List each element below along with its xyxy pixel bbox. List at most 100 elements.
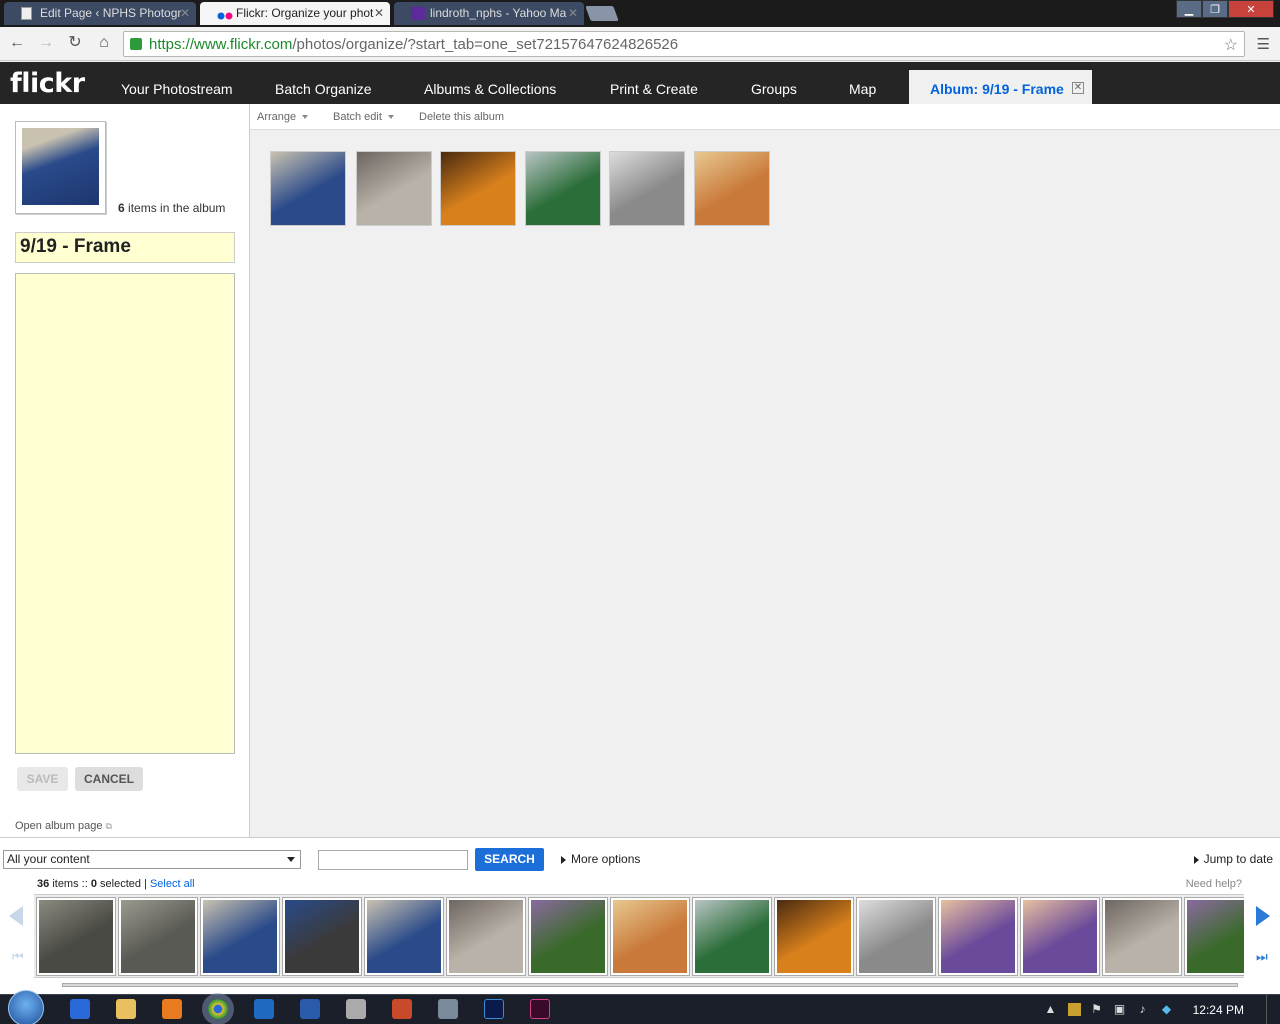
album-item-count: 6 items in the album	[118, 201, 226, 215]
new-tab-button[interactable]	[585, 6, 619, 21]
scroll-left-icon[interactable]	[9, 906, 23, 926]
search-input[interactable]	[318, 850, 468, 870]
close-tab-icon[interactable]: ✕	[568, 2, 578, 25]
close-tab-icon[interactable]: ✕	[374, 2, 384, 25]
home-icon[interactable]: ⌂	[94, 33, 114, 53]
menu-wrench-icon[interactable]: ☰	[1257, 35, 1270, 53]
page-icon	[21, 7, 32, 20]
restore-icon[interactable]: ❐	[1202, 0, 1228, 18]
chevron-down-icon	[287, 857, 295, 862]
windows-taskbar: ▲ ⚑ ▣ ♪ ◆ 12:24 PM	[0, 990, 1280, 1024]
filmstrip-photo-thumbnail[interactable]	[939, 898, 1017, 975]
nav-albums-collections[interactable]: Albums & Collections	[424, 81, 556, 97]
cancel-button[interactable]: CANCEL	[75, 767, 143, 791]
album-cover[interactable]	[15, 121, 106, 214]
window-controls: ▁ ❐ ✕	[1176, 0, 1274, 18]
internet-explorer-icon[interactable]	[70, 999, 90, 1019]
batch-edit-dropdown[interactable]: Batch edit	[333, 111, 394, 123]
browser-tab-strip: Edit Page ‹ NPHS Photogr ✕ Flickr: Organ…	[0, 0, 1280, 27]
filmstrip-photo-thumbnail[interactable]	[447, 898, 525, 975]
scroll-last-icon[interactable]: ⏭	[1256, 949, 1268, 965]
scroll-first-icon[interactable]: ⏮	[12, 949, 24, 965]
nav-map[interactable]: Map	[849, 81, 876, 97]
close-window-icon[interactable]: ✕	[1228, 0, 1274, 18]
filmstrip-photo-thumbnail[interactable]	[1185, 898, 1244, 975]
search-button[interactable]: SEARCH	[475, 848, 544, 871]
scroll-right-icon[interactable]	[1256, 906, 1270, 926]
select-all-link[interactable]: Select all	[150, 878, 195, 890]
filmstrip-photo-thumbnail[interactable]	[119, 898, 197, 975]
filmstrip-photo-thumbnail[interactable]	[529, 898, 607, 975]
filmstrip-photo-thumbnail[interactable]	[37, 898, 115, 975]
filmstrip-photo-thumbnail[interactable]	[1103, 898, 1181, 975]
tray-app-icon[interactable]	[1068, 1003, 1081, 1016]
powerpoint-icon[interactable]	[392, 999, 412, 1019]
filmstrip-photo-thumbnail[interactable]	[611, 898, 689, 975]
tab-flickr-organize[interactable]: Flickr: Organize your phot ✕	[200, 2, 390, 25]
show-desktop-button[interactable]	[1266, 995, 1280, 1024]
address-bar[interactable]: https://www.flickr.com/photos/organize/?…	[123, 31, 1245, 57]
jump-to-date-toggle[interactable]: Jump to date	[1193, 852, 1273, 866]
app-icon[interactable]	[438, 999, 458, 1019]
action-center-flag-icon[interactable]: ⚑	[1090, 1003, 1103, 1016]
album-photo-thumbnail[interactable]	[270, 151, 346, 226]
album-photo-thumbnail[interactable]	[440, 151, 516, 226]
media-player-icon[interactable]	[162, 999, 182, 1019]
outlook-icon[interactable]	[254, 999, 274, 1019]
filmstrip-scrollbar[interactable]	[62, 983, 1238, 987]
nav-groups[interactable]: Groups	[751, 81, 797, 97]
delete-album-link[interactable]: Delete this album	[419, 111, 504, 123]
taskbar-clock[interactable]: 12:24 PM	[1193, 1003, 1244, 1017]
minimize-icon[interactable]: ▁	[1176, 0, 1202, 18]
flickr-logo[interactable]: flickr	[10, 68, 85, 99]
album-subtoolbar: Arrange Batch edit Delete this album	[250, 104, 1280, 130]
browser-toolbar: ← → ↻ ⌂ https://www.flickr.com/photos/or…	[0, 27, 1280, 61]
album-photo-thumbnail[interactable]	[694, 151, 770, 226]
close-album-tab-icon[interactable]: ✕	[1072, 82, 1084, 94]
volume-icon[interactable]: ♪	[1136, 1003, 1149, 1016]
filmstrip-photo-thumbnail[interactable]	[1021, 898, 1099, 975]
filmstrip-photo-thumbnail[interactable]	[857, 898, 935, 975]
arrange-dropdown[interactable]: Arrange	[257, 111, 309, 123]
save-button[interactable]: SAVE	[17, 767, 68, 791]
filmstrip-photo-thumbnail[interactable]	[775, 898, 853, 975]
tab-edit-page[interactable]: Edit Page ‹ NPHS Photogr ✕	[4, 2, 196, 25]
photo-browser-panel: All your content SEARCH More options Jum…	[0, 837, 1280, 994]
nav-your-photostream[interactable]: Your Photostream	[121, 81, 233, 97]
forward-icon[interactable]: →	[36, 33, 56, 53]
filmstrip-photo-thumbnail[interactable]	[201, 898, 279, 975]
filmstrip-photo-thumbnail[interactable]	[693, 898, 771, 975]
dropbox-icon[interactable]: ◆	[1160, 1003, 1173, 1016]
selection-counts: 36 items :: 0 selected | Select all	[37, 878, 195, 890]
nav-print-create[interactable]: Print & Create	[610, 81, 698, 97]
indesign-icon[interactable]	[530, 999, 550, 1019]
tab-yahoo-mail[interactable]: lindroth_nphs - Yahoo Ma ✕	[394, 2, 584, 25]
bookmark-star-icon[interactable]: ☆	[1224, 35, 1238, 55]
open-album-page-link[interactable]: Open album page ⧉	[15, 820, 112, 832]
close-tab-icon[interactable]: ✕	[180, 2, 190, 25]
album-photo-thumbnail[interactable]	[356, 151, 432, 226]
photo-filmstrip	[34, 894, 1244, 978]
windows-start-icon[interactable]	[8, 990, 44, 1024]
back-icon[interactable]: ←	[7, 33, 27, 53]
more-options-toggle[interactable]: More options	[561, 852, 640, 866]
word-icon[interactable]	[300, 999, 320, 1019]
mail-icon	[411, 7, 425, 20]
album-title-input[interactable]: 9/19 - Frame	[15, 232, 235, 263]
filmstrip-photo-thumbnail[interactable]	[283, 898, 361, 975]
filmstrip-photo-thumbnail[interactable]	[365, 898, 443, 975]
album-photo-thumbnail[interactable]	[609, 151, 685, 226]
show-hidden-icons-icon[interactable]: ▲	[1044, 1003, 1057, 1016]
tool-icon[interactable]	[346, 999, 366, 1019]
album-photo-thumbnail[interactable]	[525, 151, 601, 226]
reload-icon[interactable]: ↻	[65, 33, 85, 53]
need-help-link[interactable]: Need help?	[1186, 878, 1242, 890]
tab-album-active[interactable]: Album: 9/19 - Frame ✕	[909, 70, 1092, 104]
chrome-icon[interactable]	[208, 999, 228, 1019]
network-icon[interactable]: ▣	[1113, 1003, 1126, 1016]
album-description-textarea[interactable]	[15, 273, 235, 754]
photoshop-icon[interactable]	[484, 999, 504, 1019]
content-filter-select[interactable]: All your content	[3, 850, 301, 869]
file-explorer-icon[interactable]	[116, 999, 136, 1019]
nav-batch-organize[interactable]: Batch Organize	[275, 81, 372, 97]
